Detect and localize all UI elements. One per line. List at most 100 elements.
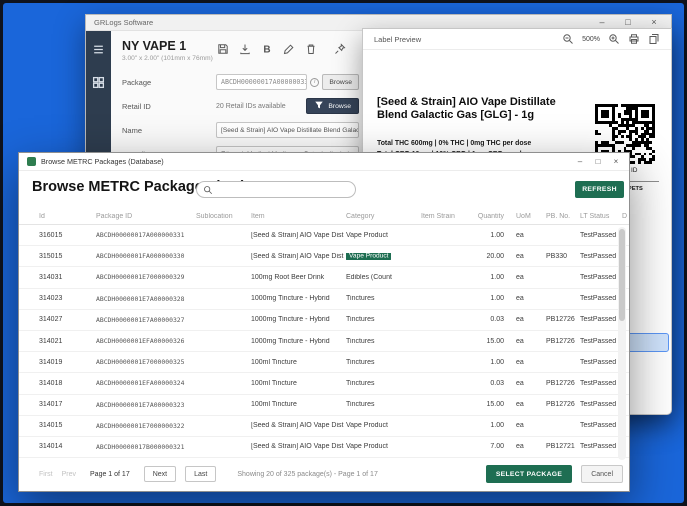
cell-lt_status: TestPassed <box>580 231 617 239</box>
column-header-sublocation: Sublocation <box>196 213 233 220</box>
label-preview-title: Label Preview <box>374 34 422 44</box>
title-block: NY VAPE 1 3.00" x 2.00" (101mm x 76mm) <box>122 39 216 62</box>
cell-package_id: ABCDH0000001E7A00000327 <box>96 315 185 324</box>
retail-id-status: 20 Retail IDs available <box>216 102 286 110</box>
table-scrollbar[interactable] <box>618 227 626 460</box>
cell-id: 314018 <box>39 379 63 387</box>
cell-id: 314017 <box>39 401 63 409</box>
column-header-uom: UoM <box>516 213 531 220</box>
hamburger-menu-icon[interactable] <box>92 43 105 56</box>
table-row[interactable]: 314023 ABCDH0000001E7A00000328 1000mg Tinc… <box>19 289 629 310</box>
scrollbar-thumb[interactable] <box>619 229 625 321</box>
retail-id-row: Retail ID 20 Retail IDs available Browse <box>122 98 359 114</box>
cell-id: 315015 <box>39 252 63 260</box>
cell-pb_no: PB12726 <box>546 401 575 409</box>
column-header-item: Item <box>251 213 265 220</box>
table-row[interactable]: 316015 ABCDH00000017A000000331 [Seed & Str… <box>19 225 629 247</box>
cell-category: Tinctures <box>346 358 375 366</box>
cancel-button[interactable]: Cancel <box>581 465 623 483</box>
label-preview-tools: 500% <box>562 33 660 45</box>
zoom-out-icon[interactable] <box>562 33 574 45</box>
cell-id: 314019 <box>39 358 63 366</box>
table-row[interactable]: 315015 ABCDH0000001FA000000330 [Seed & Str… <box>19 246 629 268</box>
edit-icon[interactable] <box>282 42 295 55</box>
save-icon[interactable] <box>216 42 229 55</box>
delete-icon[interactable] <box>304 42 317 55</box>
cell-item: [Seed & Strain] AIO Vape Dist <box>251 422 344 430</box>
zoom-level: 500% <box>582 35 600 43</box>
cell-uom: ea <box>516 316 524 324</box>
package-browse-button[interactable]: Browse <box>322 74 359 90</box>
cell-uom: ea <box>516 337 524 345</box>
dialog-minimize-icon[interactable]: – <box>571 153 589 170</box>
search-box[interactable] <box>196 181 356 198</box>
label-preview-titlebar: Label Preview 500% <box>363 29 671 50</box>
cell-pb_no: PB12726 <box>546 337 575 345</box>
modules-grid-icon[interactable] <box>92 76 105 89</box>
table-row[interactable]: 314014 ABCDH00000017B000000321 [Seed & Str… <box>19 437 629 459</box>
cell-category: Tinctures <box>346 401 375 409</box>
cell-pb_no: PB330 <box>546 252 568 260</box>
retail-id-browse-button[interactable]: Browse <box>306 98 359 114</box>
cell-quantity: 20.00 <box>486 252 504 260</box>
filter-icon <box>314 100 324 112</box>
table-row[interactable]: 314031 ABCDH0000001E7000000329 100mg Root … <box>19 267 629 289</box>
name-row: Name [Seed & Strain] AIO Vape Distillate… <box>122 122 359 138</box>
search-icon <box>203 185 213 195</box>
dialog-maximize-icon[interactable]: □ <box>589 153 607 170</box>
print-icon[interactable] <box>628 33 640 45</box>
table-row[interactable]: 314017 ABCDH0000001E7A00000323 100ml Tinct… <box>19 395 629 416</box>
name-field-label: Name <box>122 125 143 135</box>
cell-pb_no: PB12726 <box>546 316 575 324</box>
dialog-title: Browse METRC Packages (Database) <box>41 157 164 166</box>
dialog-titlebar: Browse METRC Packages (Database) – □ × <box>19 153 629 171</box>
package-input[interactable]: ABCDH00000017A000000331 <box>216 74 308 90</box>
cell-pb_no: PB12726 <box>546 379 575 387</box>
main-window-title: GRLogs Software <box>94 18 154 27</box>
cell-package_id: ABCDH0000001EFA00000324 <box>96 379 185 388</box>
cell-quantity: 7.00 <box>490 443 504 451</box>
search-input[interactable] <box>217 186 349 193</box>
cell-item: 100ml Tincture <box>251 379 297 387</box>
page-title: NY VAPE 1 <box>122 39 187 53</box>
download-icon[interactable] <box>238 42 251 55</box>
results-summary: Showing 20 of 325 package(s) - Page 1 of… <box>237 470 378 478</box>
cell-id: 314015 <box>39 422 63 430</box>
cell-lt_status: TestPassed <box>580 401 617 409</box>
cell-category: Tinctures <box>346 379 375 387</box>
cell-item: [Seed & Strain] AIO Vape Dist <box>251 252 344 260</box>
column-header-category: Category <box>346 213 375 220</box>
refresh-button[interactable]: REFRESH <box>575 181 624 198</box>
cell-pb_no: PB12721 <box>546 443 575 451</box>
table-row[interactable]: 314018 ABCDH0000001EFA00000324 100ml Tinct… <box>19 373 629 395</box>
column-header-item_strain: Item Strain <box>421 213 455 220</box>
copy-icon[interactable] <box>648 33 660 45</box>
column-header-quantity: Quantity <box>477 213 504 220</box>
zoom-in-icon[interactable] <box>608 33 620 45</box>
prev-page-button[interactable]: Prev <box>62 471 76 478</box>
dialog-close-icon[interactable]: × <box>607 153 625 170</box>
toolbar: B <box>216 41 346 56</box>
cell-lt_status: TestPassed <box>580 252 617 260</box>
cell-id: 314023 <box>39 295 63 303</box>
select-package-button[interactable]: SELECT PACKAGE <box>485 465 573 483</box>
table-row[interactable]: 314015 ABCDH0000001E7000000322 [Seed & Str… <box>19 416 629 437</box>
cell-category: Vape Product <box>346 231 388 239</box>
bold-icon[interactable]: B <box>260 42 273 55</box>
partially-hidden-button[interactable] <box>627 333 669 352</box>
table-row[interactable]: 314027 ABCDH0000001E7A00000327 1000mg Tinc… <box>19 310 629 331</box>
next-page-button[interactable]: Next <box>143 466 177 482</box>
dialog-footer: First Prev Page 1 of 17 Next Last Showin… <box>19 457 629 491</box>
packages-table-body: 316015 ABCDH00000017A000000331 [Seed & Str… <box>19 225 629 459</box>
first-page-button[interactable]: First <box>39 471 53 478</box>
table-row[interactable]: 314019 ABCDH0000001E7000000325 100ml Tinct… <box>19 352 629 374</box>
name-input[interactable]: [Seed & Strain] AIO Vape Distillate Blen… <box>216 122 359 138</box>
column-header-id: Id <box>39 213 45 220</box>
cell-quantity: 15.00 <box>486 337 504 345</box>
label-product-title: [Seed & Strain] AIO Vape Distillate Blen… <box>377 96 556 122</box>
last-page-button[interactable]: Last <box>185 466 217 482</box>
cell-quantity: 0.03 <box>490 316 504 324</box>
pin-icon[interactable] <box>333 42 346 55</box>
table-row[interactable]: 314021 ABCDH0000001EFA00000326 1000mg Tinc… <box>19 331 629 353</box>
cell-package_id: ABCDH00000017A000000331 <box>96 231 185 240</box>
